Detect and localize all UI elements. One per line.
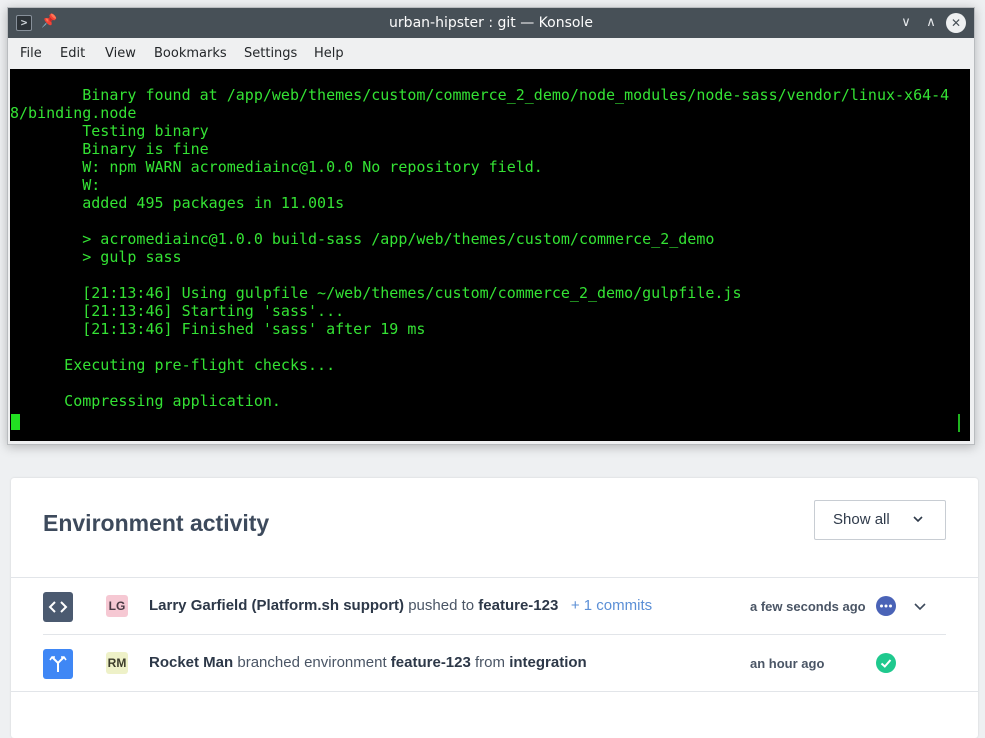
terminal-line: W:	[10, 176, 101, 194]
activity-action: branched environment	[237, 654, 387, 671]
terminal-line: > acromediainc@1.0.0 build-sass /app/web…	[10, 230, 715, 248]
menu-file[interactable]: File	[20, 38, 42, 68]
terminal-line: added 495 packages in 11.001s	[10, 194, 345, 212]
terminal-line: [21:13:46] Starting 'sass'...	[10, 302, 345, 320]
terminal-line: Binary found at /app/web/themes/custom/c…	[10, 86, 950, 104]
terminal-line: > gulp sass	[10, 248, 182, 266]
terminal-output[interactable]: Binary found at /app/web/themes/custom/c…	[10, 69, 970, 441]
activity-row[interactable]: LG Larry Garfield (Platform.sh support) …	[11, 578, 978, 634]
activity-time: a few seconds ago	[750, 599, 866, 614]
menu-bookmarks[interactable]: Bookmarks	[154, 38, 227, 68]
activity-action: pushed to	[408, 597, 475, 614]
menu-settings[interactable]: Settings	[244, 38, 297, 68]
scrollbar[interactable]	[958, 414, 960, 432]
chevron-down-icon	[913, 516, 923, 523]
menu-bar: File Edit View Bookmarks Settings Help	[8, 38, 974, 68]
konsole-window: > 📌 urban-hipster : git — Konsole ∨ ∧ ✕ …	[7, 7, 975, 445]
activity-source: integration	[509, 654, 587, 671]
divider	[11, 691, 978, 692]
terminal-line: [21:13:46] Finished 'sass' after 19 ms	[10, 320, 426, 338]
activity-card: Environment activity Show all LG Larry G…	[11, 478, 978, 738]
activity-time: an hour ago	[750, 656, 825, 671]
activity-description: Rocket Man branched environment feature-…	[149, 635, 587, 691]
terminal-line: Testing binary	[10, 122, 209, 140]
menu-help[interactable]: Help	[314, 38, 344, 68]
menu-view[interactable]: View	[105, 38, 136, 68]
activity-heading: Environment activity	[43, 510, 270, 536]
window-title: urban-hipster : git — Konsole	[389, 15, 593, 31]
activity-actor: Rocket Man	[149, 654, 234, 671]
branch-icon	[43, 649, 73, 679]
activity-row[interactable]: RM Rocket Man branched environment featu…	[11, 635, 978, 691]
activity-target: feature-123	[478, 597, 559, 614]
terminal-cursor	[11, 414, 20, 430]
in-progress-icon	[876, 596, 896, 616]
avatar: RM	[106, 652, 128, 674]
filter-selected-value: Show all	[833, 511, 890, 528]
terminal-line: Binary is fine	[10, 140, 209, 158]
minimize-icon[interactable]: ∨	[896, 13, 916, 33]
commits-link[interactable]: + 1 commits	[571, 597, 652, 614]
filter-dropdown[interactable]: Show all	[814, 500, 946, 540]
success-check-icon	[876, 653, 896, 673]
chevron-down-icon[interactable]	[914, 600, 926, 612]
close-icon[interactable]: ✕	[946, 13, 966, 33]
activity-target: feature-123	[390, 654, 471, 671]
terminal-text: Binary found at /app/web/themes/custom/c…	[10, 86, 949, 410]
terminal-line: W: npm WARN acromediainc@1.0.0 No reposi…	[10, 158, 543, 176]
title-bar[interactable]: > 📌 urban-hipster : git — Konsole ∨ ∧ ✕	[8, 8, 974, 38]
activity-connector: from	[475, 654, 506, 671]
terminal-line: [21:13:46] Using gulpfile ~/web/themes/c…	[10, 284, 742, 302]
terminal-line: 8/binding.node	[10, 104, 137, 122]
terminal-line: Compressing application.	[10, 392, 281, 410]
code-icon	[43, 592, 73, 622]
avatar: LG	[106, 595, 128, 617]
activity-description: Larry Garfield (Platform.sh support) pus…	[149, 578, 652, 634]
menu-edit[interactable]: Edit	[60, 38, 85, 68]
maximize-icon[interactable]: ∧	[921, 13, 941, 33]
terminal-line: Executing pre-flight checks...	[10, 356, 336, 374]
activity-actor: Larry Garfield (Platform.sh support)	[149, 597, 405, 614]
